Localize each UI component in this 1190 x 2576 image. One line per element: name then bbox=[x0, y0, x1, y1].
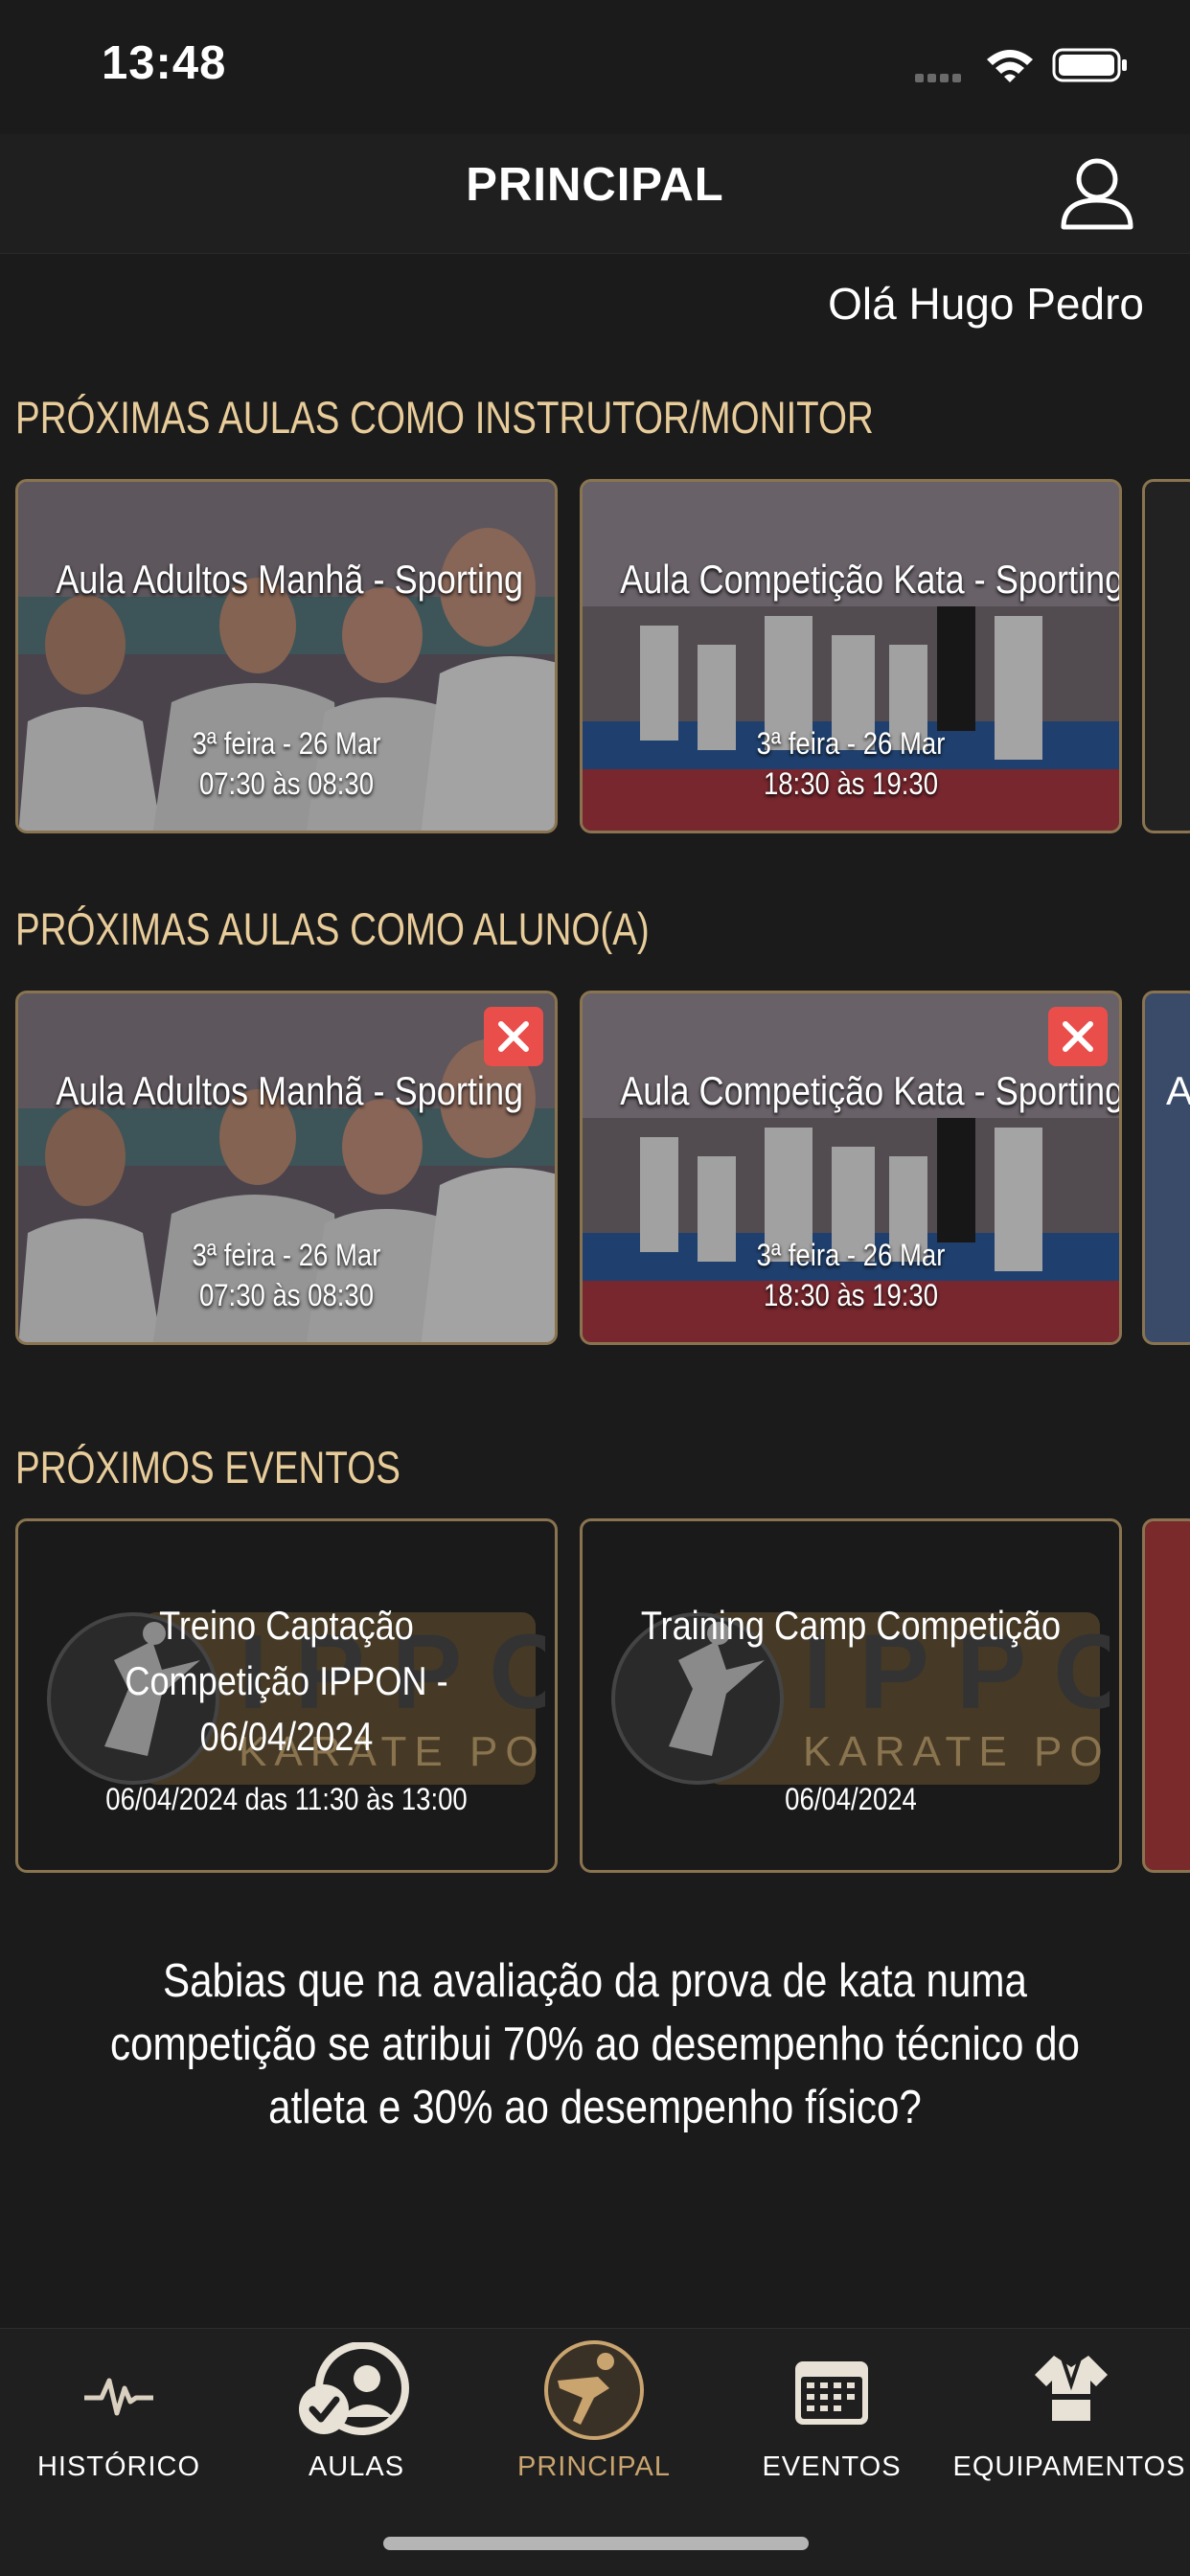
event-title: Treino Captação Competição IPPON - 06/04… bbox=[125, 1603, 448, 1759]
tab-equipamentos[interactable]: EQUIPAMENTOS bbox=[950, 2329, 1188, 2482]
student-class-card[interactable]: Aula Competição Kata - Sporting 3ª feira… bbox=[580, 991, 1122, 1345]
status-time: 13:48 bbox=[102, 37, 227, 89]
class-title: Aula Competição Kata - Sporting bbox=[620, 1068, 1122, 1113]
navigation-bar: PRINCIPAL bbox=[0, 134, 1190, 254]
event-card-partial[interactable] bbox=[1142, 1518, 1190, 1873]
tab-historico[interactable]: HISTÓRICO bbox=[0, 2329, 238, 2482]
class-time: 07:30 às 08:30 bbox=[198, 1278, 375, 1312]
event-date: 06/04/2024 das 11:30 às 13:00 bbox=[105, 1782, 468, 1816]
karate-kick-icon bbox=[544, 2340, 644, 2440]
remove-enrollment-button[interactable] bbox=[484, 1007, 543, 1066]
partial-card-title: A bbox=[1166, 1068, 1190, 1114]
events-section-title: PRÓXIMOS EVENTOS bbox=[15, 1442, 400, 1493]
instructor-class-card[interactable]: Aula Adultos Manhã - Sporting 3ª feira -… bbox=[15, 479, 558, 833]
student-section-title: PRÓXIMAS AULAS COMO ALUNO(A) bbox=[15, 903, 650, 954]
event-card[interactable]: IPPON KARATE PORTUGAL Training Camp Comp… bbox=[580, 1518, 1122, 1873]
gi-icon bbox=[1035, 2355, 1108, 2421]
pulse-icon bbox=[84, 2378, 153, 2416]
tab-label: AULAS bbox=[308, 2451, 405, 2482]
calendar-icon bbox=[795, 2361, 868, 2425]
class-time: 18:30 às 19:30 bbox=[763, 766, 939, 801]
class-title: Aula Adultos Manhã - Sporting bbox=[56, 557, 524, 602]
wifi-icon bbox=[985, 46, 1035, 89]
greeting-text: Olá Hugo Pedro bbox=[828, 279, 1144, 329]
instructor-section-title: PRÓXIMAS AULAS COMO INSTRUTOR/MONITOR bbox=[15, 392, 874, 443]
class-date: 3ª feira - 26 Mar bbox=[192, 1238, 381, 1272]
tab-label: PRINCIPAL bbox=[517, 2451, 671, 2482]
student-class-card[interactable]: Aula Adultos Manhã - Sporting 3ª feira -… bbox=[15, 991, 558, 1345]
class-title: Aula Adultos Manhã - Sporting bbox=[56, 1068, 524, 1113]
instructor-class-card-partial[interactable] bbox=[1142, 479, 1190, 833]
class-date: 3ª feira - 26 Mar bbox=[192, 726, 381, 761]
home-indicator bbox=[383, 2537, 809, 2550]
tab-label: HISTÓRICO bbox=[36, 2451, 201, 2482]
tab-eventos[interactable]: EVENTOS bbox=[713, 2329, 950, 2482]
tab-label: EVENTOS bbox=[762, 2451, 902, 2482]
tab-principal[interactable]: PRINCIPAL bbox=[475, 2329, 713, 2482]
tab-aulas[interactable]: AULAS bbox=[238, 2329, 475, 2482]
karate-fact-text: Sabias que na avaliação da prova de kata… bbox=[109, 1955, 1081, 2133]
battery-icon bbox=[1052, 46, 1129, 89]
instructor-class-card[interactable]: Aula Competição Kata - Sporting 3ª feira… bbox=[580, 479, 1122, 833]
student-class-card-partial[interactable]: A bbox=[1142, 991, 1190, 1345]
status-bar: 13:48 bbox=[0, 0, 1190, 134]
class-title: Aula Competição Kata - Sporting bbox=[620, 557, 1122, 602]
class-date: 3ª feira - 26 Mar bbox=[756, 726, 946, 761]
user-check-icon bbox=[299, 2342, 409, 2435]
close-icon bbox=[498, 1021, 529, 1052]
class-time: 18:30 às 19:30 bbox=[763, 1278, 939, 1312]
event-date: 06/04/2024 bbox=[785, 1782, 917, 1816]
event-card[interactable]: IPPON KARATE PORTUGAL Treino Captação Co… bbox=[15, 1518, 558, 1873]
tab-label: EQUIPAMENTOS bbox=[952, 2451, 1186, 2482]
cellular-signal-icon bbox=[915, 70, 965, 87]
svg-text:KARATE PORTUGAL: KARATE PORTUGAL bbox=[803, 1728, 1110, 1775]
event-title: Training Camp Competição bbox=[640, 1603, 1062, 1648]
class-time: 07:30 às 08:30 bbox=[198, 766, 375, 801]
class-date: 3ª feira - 26 Mar bbox=[756, 1238, 946, 1272]
profile-icon[interactable] bbox=[1054, 150, 1140, 241]
close-icon bbox=[1063, 1021, 1093, 1052]
page-title: PRINCIPAL bbox=[466, 159, 724, 211]
remove-enrollment-button[interactable] bbox=[1048, 1007, 1108, 1066]
